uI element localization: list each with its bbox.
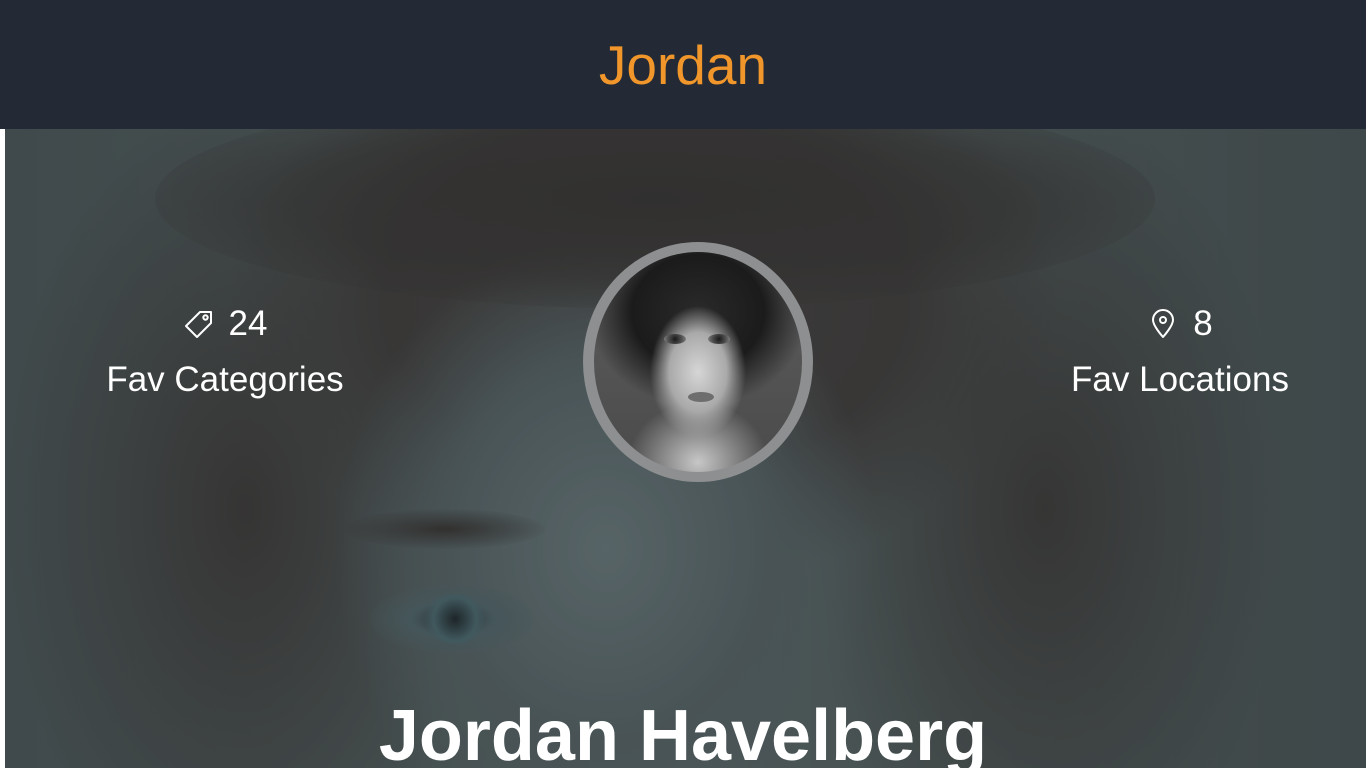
fav-locations-stat[interactable]: 8 Fav Locations <box>1055 300 1305 400</box>
fav-locations-count: 8 <box>1193 304 1213 343</box>
app-header: Jordan <box>0 0 1366 129</box>
avatar-lips <box>688 392 714 402</box>
tag-icon <box>184 311 212 338</box>
fav-categories-label: Fav Categories <box>106 360 344 399</box>
profile-name: Jordan Havelberg <box>378 696 988 776</box>
avatar-eye-left <box>664 334 686 344</box>
header-title: Jordan <box>598 34 768 96</box>
profile-avatar[interactable] <box>594 252 802 472</box>
fav-locations-top: 8 <box>1055 300 1305 348</box>
fav-categories-top: 24 <box>95 300 355 348</box>
avatar-ring <box>583 242 813 482</box>
fav-locations-label: Fav Locations <box>1071 360 1289 399</box>
map-pin-icon <box>1152 309 1175 338</box>
fav-categories-count: 24 <box>228 304 268 343</box>
avatar-eye-right <box>708 334 730 344</box>
fav-categories-stat[interactable]: 24 Fav Categories <box>95 300 355 400</box>
